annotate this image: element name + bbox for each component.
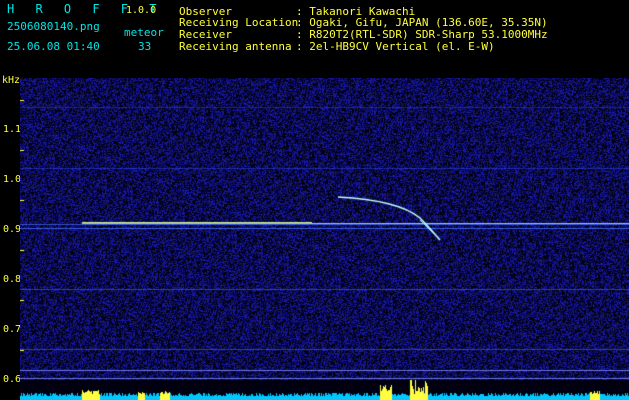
spectrogram-plot — [20, 78, 629, 400]
freq-tick: 0.7 — [3, 324, 22, 335]
location-value: : Ogaki, Gifu, JAPAN (136.60E, 35.35N) — [296, 16, 548, 29]
meteor-count: 33 — [138, 40, 152, 53]
freq-tick: 1.1 — [3, 124, 22, 135]
app-version: 1.0.0 — [126, 5, 157, 16]
antenna-label: Receiving antenna — [179, 40, 292, 53]
freq-tick: 0.8 — [3, 274, 22, 285]
freq-tick: 1.0 — [3, 174, 22, 185]
receiver-value: : R820T2(RTL-SDR) SDR-Sharp 53.1000MHz — [296, 28, 548, 41]
file-name: 2506080140.png — [7, 20, 100, 33]
antenna-value: : 2el-HB9CV Vertical (el. E-W) — [296, 40, 495, 53]
meteor-label: meteor — [124, 26, 164, 39]
freq-tick: 0.6 — [3, 374, 22, 385]
y-axis-unit: kHz — [2, 75, 21, 86]
file-datetime: 25.06.08 01:40 — [7, 40, 100, 53]
location-label: Receiving Location — [179, 16, 299, 29]
receiver-label: Receiver — [179, 28, 232, 41]
freq-tick: 0.9 — [3, 224, 22, 235]
